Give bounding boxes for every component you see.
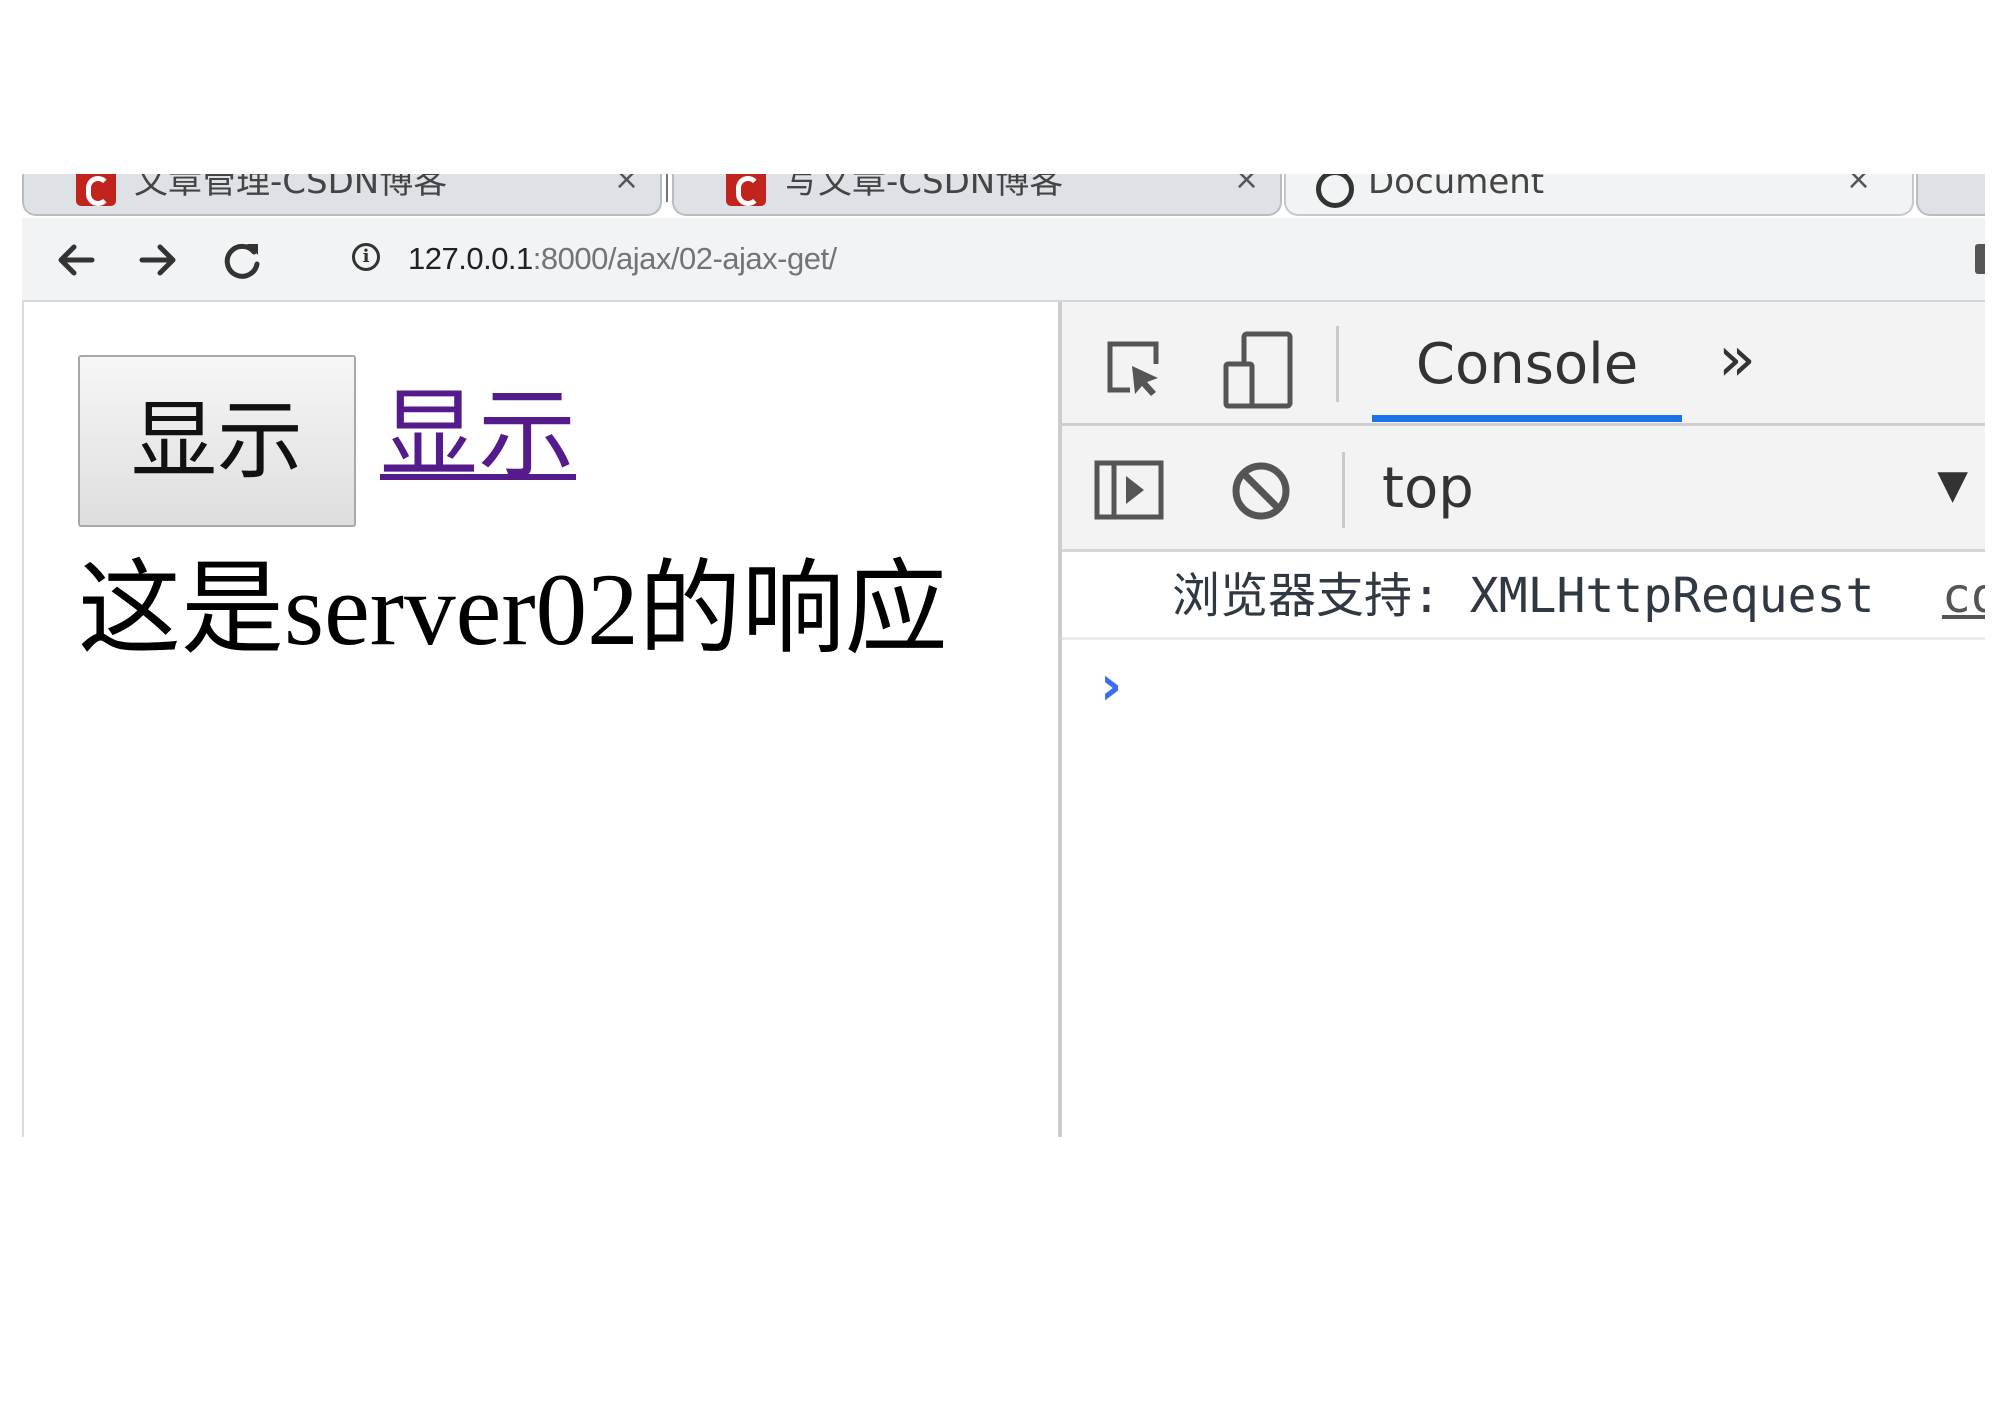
- dropdown-arrow-icon: ▼: [1937, 462, 1968, 508]
- console-message: 浏览器支持: XMLHttpRequest co: [1062, 552, 1985, 640]
- console-message-text: 浏览器支持: XMLHttpRequest: [1172, 568, 1875, 624]
- browser-window: 文章管理-CSDN博客 × 写文章-CSDN博客 × Document × i …: [22, 174, 1985, 1137]
- tab-document[interactable]: Document ×: [1284, 174, 1914, 216]
- close-icon[interactable]: ×: [1234, 174, 1259, 200]
- back-button[interactable]: [52, 236, 100, 284]
- console-sidebar-icon[interactable]: [1094, 460, 1164, 520]
- forward-arrow-icon: [139, 244, 176, 276]
- tab-article-management[interactable]: 文章管理-CSDN博客 ×: [22, 174, 662, 216]
- url-host: 127.0.0.1: [408, 241, 533, 276]
- clear-console-icon[interactable]: [1230, 460, 1292, 522]
- inspect-element-icon[interactable]: [1104, 338, 1164, 398]
- show-button[interactable]: 显示: [78, 355, 356, 527]
- tab-divider: [666, 174, 668, 202]
- csdn-favicon-icon: [76, 174, 116, 206]
- devtools-panel: Console » top ▼ 浏览器支持: XMLHttpRequest co: [1058, 302, 1985, 1137]
- device-toolbar-icon[interactable]: [1222, 330, 1294, 410]
- tab-title: 文章管理-CSDN博客: [134, 174, 448, 202]
- show-link[interactable]: 显示: [380, 370, 576, 500]
- close-icon[interactable]: ×: [1846, 174, 1871, 200]
- csdn-favicon-icon: [726, 174, 766, 206]
- console-toolbar: top ▼: [1062, 426, 1985, 552]
- info-icon[interactable]: i: [352, 243, 380, 271]
- tab-console[interactable]: Console: [1372, 332, 1682, 422]
- address-bar[interactable]: i 127.0.0.1:8000/ajax/02-ajax-get/: [312, 226, 1972, 292]
- extension-icon[interactable]: [1975, 244, 1985, 274]
- context-selector[interactable]: top ▼: [1382, 444, 1982, 534]
- more-tabs-icon[interactable]: »: [1718, 324, 1756, 394]
- close-icon[interactable]: ×: [614, 174, 639, 200]
- url-text[interactable]: 127.0.0.1:8000/ajax/02-ajax-get/: [408, 239, 837, 279]
- reload-button[interactable]: [218, 236, 266, 284]
- back-arrow-icon: [58, 244, 95, 276]
- devtools-tab-bar: Console »: [1062, 302, 1985, 426]
- toolbar-divider: [1342, 452, 1345, 528]
- url-path: :8000/ajax/02-ajax-get/: [532, 241, 837, 276]
- context-value: top: [1382, 456, 1474, 521]
- browser-toolbar: i 127.0.0.1:8000/ajax/02-ajax-get/: [22, 218, 1985, 302]
- console-prompt-icon[interactable]: ›: [1100, 654, 1122, 718]
- console-source-link[interactable]: co: [1942, 552, 1985, 640]
- tab-title: 写文章-CSDN博客: [784, 174, 1064, 202]
- reload-icon: [224, 243, 260, 279]
- tab-title: Document: [1368, 174, 1545, 202]
- server-response-text: 这是server02的响应: [78, 553, 948, 667]
- globe-icon: [1316, 174, 1354, 208]
- toolbar-divider: [1336, 326, 1339, 402]
- new-tab-button[interactable]: [1916, 174, 1985, 216]
- tab-strip: 文章管理-CSDN博客 × 写文章-CSDN博客 × Document ×: [22, 174, 1985, 218]
- forward-button[interactable]: [134, 236, 182, 284]
- page-viewport: 显示 显示 这是server02的响应: [22, 302, 1058, 1137]
- tab-write-article[interactable]: 写文章-CSDN博客 ×: [672, 174, 1282, 216]
